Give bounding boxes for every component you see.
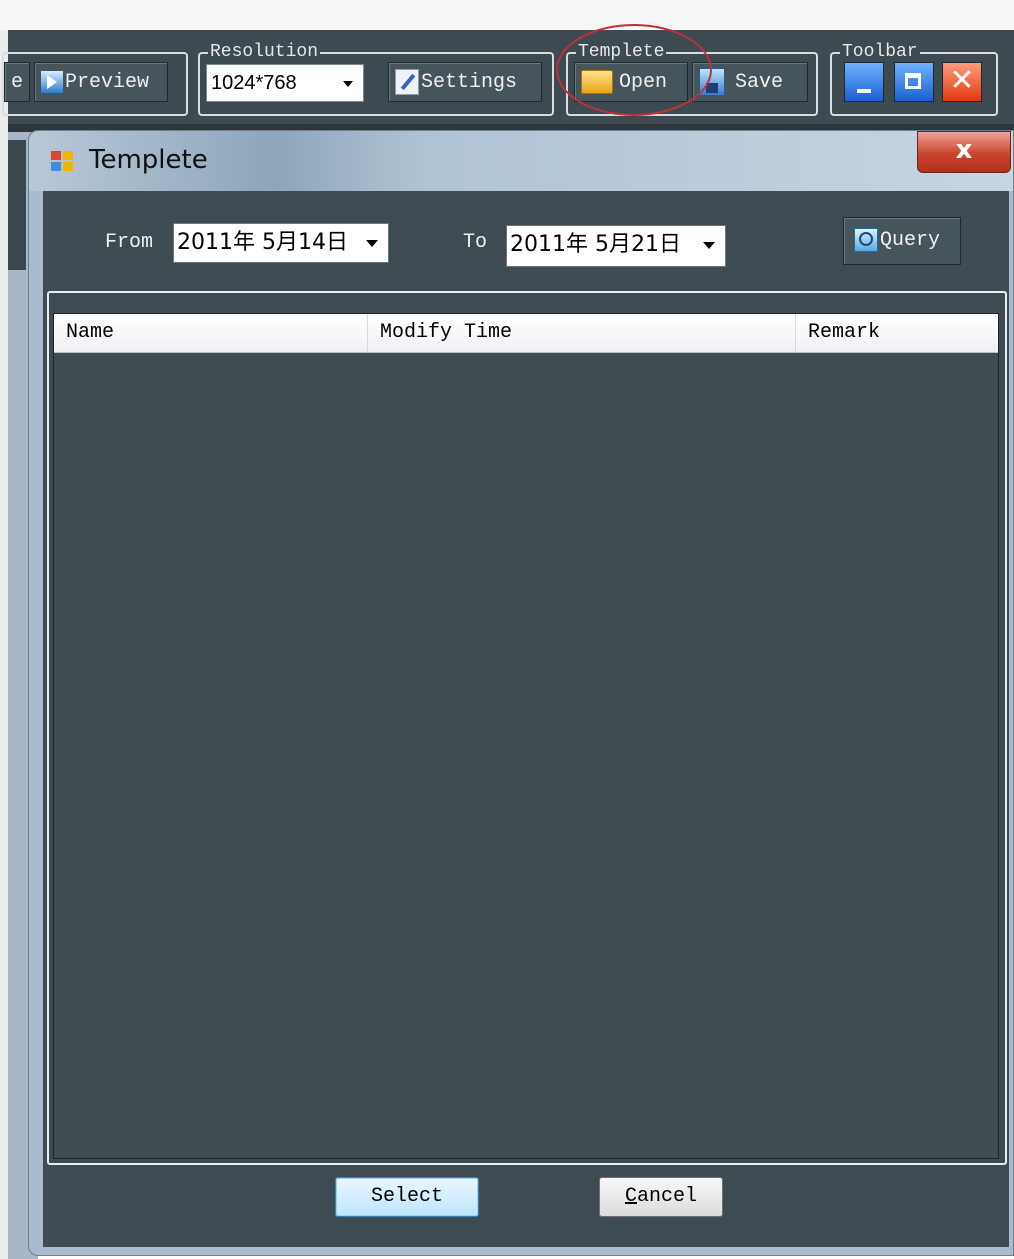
close-glyph: ✕ — [949, 63, 975, 98]
dropdown-arrow-icon — [366, 240, 378, 247]
dialog-titlebar[interactable]: Templete x — [29, 131, 1013, 191]
from-label: From — [105, 231, 154, 254]
save-label: Save — [735, 71, 784, 94]
from-date-picker[interactable]: 2011年 5月14日 — [173, 223, 389, 263]
preview-group: e Preview — [2, 52, 188, 116]
column-header-modify-time-label: Modify Time — [380, 321, 513, 344]
highlight-ring — [556, 24, 712, 116]
list-header: Name Modify Time Remark — [54, 314, 998, 353]
resolution-select[interactable]: 1024*768 — [206, 64, 364, 102]
from-date-value: 2011年 5月14日 — [177, 230, 348, 255]
column-header-name-label: Name — [66, 321, 115, 344]
window-controls-group-title: Toolbar — [840, 41, 920, 63]
settings-icon — [395, 68, 419, 95]
preview-label: Preview — [65, 71, 150, 94]
cancel-label: Cancel — [624, 1185, 698, 1208]
column-header-remark-label: Remark — [808, 321, 881, 344]
dialog-title: Templete — [89, 145, 208, 175]
dropdown-arrow-icon — [343, 81, 353, 87]
dialog-body: From 2011年 5月14日 To 2011年 5月21日 Query Na… — [43, 191, 1009, 1247]
column-header-name[interactable]: Name — [54, 314, 368, 352]
select-label: Select — [370, 1185, 443, 1208]
resolution-select-value: 1024*768 — [211, 72, 297, 94]
column-header-modify-time[interactable]: Modify Time — [368, 314, 796, 352]
dropdown-arrow-icon — [703, 242, 715, 249]
top-strip — [0, 0, 1014, 30]
preview-icon — [41, 70, 63, 93]
preview-button[interactable]: Preview — [34, 62, 168, 102]
minimize-icon[interactable] — [844, 62, 884, 102]
template-dialog: Templete x From 2011年 5月14日 To 2011年 5月2… — [28, 130, 1014, 1256]
dialog-close-button[interactable]: x — [917, 131, 1011, 173]
template-icon — [51, 151, 75, 173]
app-toolbar: e Preview Resolution 1024*768 Settings T… — [2, 30, 1014, 130]
query-label: Query — [880, 229, 941, 252]
settings-button[interactable]: Settings — [388, 62, 542, 102]
template-list[interactable]: Name Modify Time Remark — [53, 313, 999, 1159]
partial-button-label: e — [11, 71, 24, 94]
window-controls-group: Toolbar ✕ — [830, 41, 998, 116]
dialog-close-glyph: x — [955, 135, 973, 165]
background-window-panel — [8, 140, 26, 270]
to-date-value: 2011年 5月21日 — [510, 232, 681, 257]
settings-label: Settings — [421, 71, 518, 94]
cancel-button[interactable]: Cancel — [599, 1177, 723, 1217]
query-icon — [854, 227, 878, 252]
to-date-picker[interactable]: 2011年 5月21日 — [506, 225, 726, 267]
to-label: To — [463, 231, 488, 254]
close-icon[interactable]: ✕ — [942, 62, 982, 102]
maximize-icon[interactable] — [894, 62, 934, 102]
resolution-group: Resolution 1024*768 Settings — [198, 41, 554, 116]
column-header-remark[interactable]: Remark — [796, 314, 1000, 352]
window-left-edge — [0, 30, 8, 1259]
resolution-group-title: Resolution — [208, 41, 321, 63]
partial-button[interactable]: e — [4, 62, 30, 102]
query-button[interactable]: Query — [843, 217, 961, 265]
select-button[interactable]: Select — [335, 1177, 479, 1217]
